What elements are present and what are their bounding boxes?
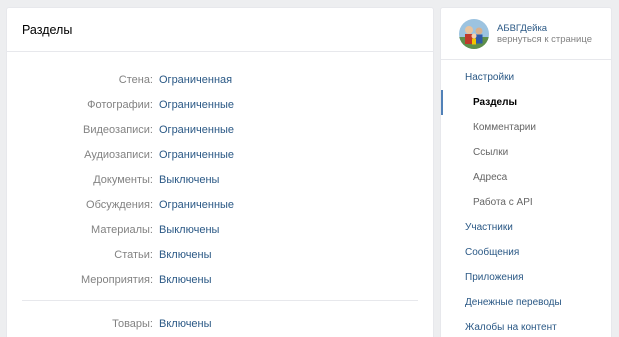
menu-item-messages[interactable]: Сообщения (441, 240, 611, 265)
settings-page: Разделы Стена: Ограниченная Фотографии: … (0, 0, 619, 337)
setting-value-dropdown[interactable]: Ограниченные (159, 149, 234, 161)
setting-row-photos: Фотографии: Ограниченные (7, 92, 433, 117)
sections-settings-list: Стена: Ограниченная Фотографии: Ограниче… (7, 52, 433, 336)
back-to-page-link[interactable]: вернуться к странице (497, 34, 592, 45)
setting-label: Материалы: (91, 223, 153, 236)
setting-label: Статьи: (114, 248, 153, 261)
setting-row-wall: Стена: Ограниченная (7, 67, 433, 92)
setting-label: Видеозаписи: (83, 123, 153, 136)
setting-label: Обсуждения: (86, 198, 153, 211)
setting-value-dropdown[interactable]: Выключены (159, 174, 219, 186)
setting-value-dropdown[interactable]: Выключены (159, 224, 219, 236)
settings-menu: Настройки Разделы Комментарии Ссылки Адр… (441, 60, 611, 337)
sections-header: Разделы (7, 8, 433, 52)
setting-value-dropdown[interactable]: Включены (159, 249, 212, 261)
community-header-text: АБВГДейка вернуться к странице (497, 23, 592, 45)
menu-item-money-transfers[interactable]: Денежные переводы (441, 290, 611, 315)
menu-item-apps[interactable]: Приложения (441, 265, 611, 290)
section-divider (22, 300, 418, 301)
menu-item-sections[interactable]: Разделы (441, 90, 611, 115)
group-name[interactable]: АБВГДейка (497, 23, 592, 34)
community-header-link[interactable]: АБВГДейка вернуться к странице (441, 8, 611, 60)
setting-row-events: Мероприятия: Включены (7, 267, 433, 292)
menu-item-members[interactable]: Участники (441, 215, 611, 240)
menu-item-comments[interactable]: Комментарии (441, 115, 611, 140)
setting-row-videos: Видеозаписи: Ограниченные (7, 117, 433, 142)
setting-value-dropdown[interactable]: Ограниченные (159, 99, 234, 111)
community-menu-panel: АБВГДейка вернуться к странице Настройки… (441, 8, 611, 337)
setting-label: Стена: (118, 73, 153, 86)
menu-item-settings[interactable]: Настройки (441, 65, 611, 90)
setting-row-articles: Статьи: Включены (7, 242, 433, 267)
setting-label: Аудиозаписи: (84, 148, 153, 161)
page-title: Разделы (22, 22, 73, 37)
menu-item-links[interactable]: Ссылки (441, 140, 611, 165)
sections-panel: Разделы Стена: Ограниченная Фотографии: … (7, 8, 433, 337)
setting-label: Товары: (112, 317, 153, 330)
setting-row-audio: Аудиозаписи: Ограниченные (7, 142, 433, 167)
setting-row-discussions: Обсуждения: Ограниченные (7, 192, 433, 217)
setting-label: Фотографии: (87, 98, 153, 111)
setting-value-dropdown[interactable]: Ограниченные (159, 124, 234, 136)
setting-value-dropdown[interactable]: Ограниченные (159, 199, 234, 211)
setting-label: Мероприятия: (80, 273, 153, 286)
menu-item-api[interactable]: Работа с API (441, 190, 611, 215)
setting-label: Документы: (93, 173, 153, 186)
setting-value-dropdown[interactable]: Включены (159, 318, 212, 330)
setting-value-dropdown[interactable]: Ограниченная (159, 74, 232, 86)
setting-row-products: Товары: Включены (7, 311, 433, 336)
menu-item-content-reports[interactable]: Жалобы на контент (441, 315, 611, 337)
menu-item-addresses[interactable]: Адреса (441, 165, 611, 190)
setting-value-dropdown[interactable]: Включены (159, 274, 212, 286)
group-avatar-icon[interactable] (459, 18, 489, 49)
setting-row-materials: Материалы: Выключены (7, 217, 433, 242)
setting-row-documents: Документы: Выключены (7, 167, 433, 192)
